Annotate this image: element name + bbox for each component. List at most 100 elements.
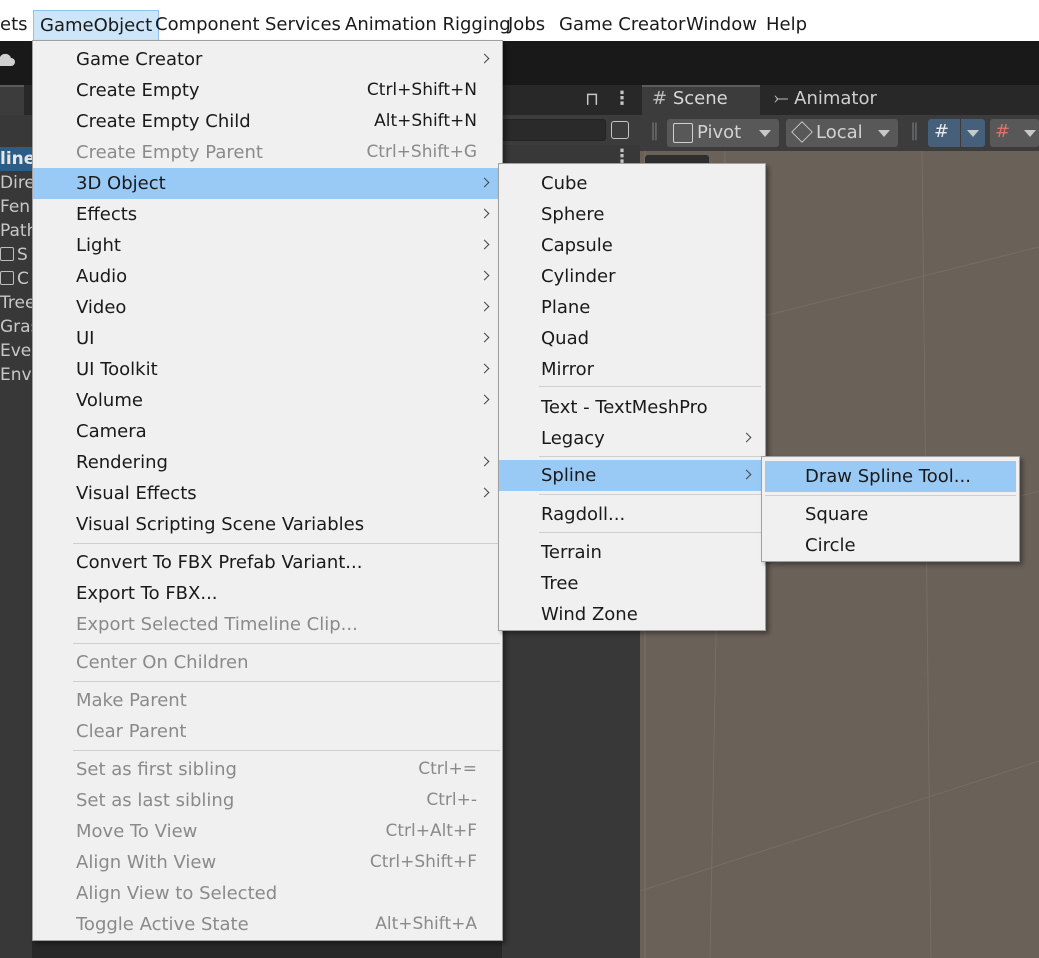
menu-jobs[interactable]: Jobs bbox=[508, 10, 545, 40]
chevron-right-icon bbox=[479, 363, 490, 374]
toolbar-grip: ‖ bbox=[650, 120, 659, 141]
chevron-right-icon bbox=[479, 239, 490, 250]
menu-animation-rigging[interactable]: Animation Rigging bbox=[345, 10, 511, 40]
menu-item-terrain[interactable]: Terrain bbox=[499, 537, 765, 568]
chevron-right-icon bbox=[479, 487, 490, 498]
menu-separator bbox=[73, 643, 500, 644]
menu-item-square[interactable]: Square bbox=[762, 499, 1019, 530]
menu-item-text-textmeshpro[interactable]: Text - TextMeshPro bbox=[499, 392, 765, 423]
menu-item-legacy[interactable]: Legacy bbox=[499, 423, 765, 454]
menu-item-make-parent[interactable]: Make Parent bbox=[33, 685, 502, 716]
menu-item-draw-spline-tool[interactable]: Draw Spline Tool... bbox=[765, 461, 1016, 492]
hierarchy-tab[interactable] bbox=[0, 85, 24, 115]
menu-item-set-as-last-sibling[interactable]: Set as last sibling Ctrl+- bbox=[33, 785, 502, 816]
menu-item-set-as-first-sibling[interactable]: Set as first sibling Ctrl+= bbox=[33, 754, 502, 785]
menu-item-create-empty-parent[interactable]: Create Empty Parent Ctrl+Shift+G bbox=[33, 137, 502, 168]
menu-item-convert-to-fbx-prefab-variant[interactable]: Convert To FBX Prefab Variant... bbox=[33, 547, 502, 578]
chevron-right-icon bbox=[479, 332, 490, 343]
tab-animator[interactable]: ⤚ Animator bbox=[774, 88, 877, 109]
hierarchy-item-scene[interactable]: line bbox=[0, 147, 35, 171]
chevron-right-icon bbox=[479, 394, 490, 405]
menu-item-wind-zone[interactable]: Wind Zone bbox=[499, 599, 765, 630]
menu-item-mirror[interactable]: Mirror bbox=[499, 354, 765, 385]
menu-item-ragdoll[interactable]: Ragdoll... bbox=[499, 499, 765, 530]
menu-help[interactable]: Help bbox=[766, 10, 807, 40]
menu-item-ui[interactable]: UI bbox=[33, 323, 502, 354]
hierarchy-panel: line Dire Fen Path S C Tree Gras Eve Env bbox=[0, 115, 39, 958]
tab-scene-label: # Scene bbox=[652, 88, 728, 109]
grid-icon: # bbox=[652, 88, 668, 109]
menu-window[interactable]: Window bbox=[686, 10, 757, 40]
cube-icon bbox=[0, 247, 14, 261]
hierarchy-item[interactable]: S bbox=[0, 243, 28, 267]
gameobject-menu: Game Creator Create Empty Ctrl+Shift+N C… bbox=[32, 40, 503, 941]
animator-icon: ⤚ bbox=[774, 88, 789, 109]
menu-item-sphere[interactable]: Sphere bbox=[499, 199, 765, 230]
menu-item-circle[interactable]: Circle bbox=[762, 530, 1019, 561]
menu-item-move-to-view[interactable]: Move To View Ctrl+Alt+F bbox=[33, 816, 502, 847]
menu-item-center-on-children[interactable]: Center On Children bbox=[33, 647, 502, 678]
menu-item-tree[interactable]: Tree bbox=[499, 568, 765, 599]
lock-icon[interactable]: ⊓ bbox=[585, 91, 599, 109]
chevron-down-icon bbox=[759, 130, 771, 137]
menu-separator bbox=[539, 532, 761, 533]
menu-item-3d-object[interactable]: 3D Object bbox=[33, 168, 502, 199]
menu-item-toggle-active-state[interactable]: Toggle Active State Alt+Shift+A bbox=[33, 909, 502, 940]
menu-item-light[interactable]: Light bbox=[33, 230, 502, 261]
menu-item-export-to-fbx[interactable]: Export To FBX... bbox=[33, 578, 502, 609]
chevron-right-icon bbox=[479, 53, 490, 64]
menu-item-align-with-view[interactable]: Align With View Ctrl+Shift+F bbox=[33, 847, 502, 878]
menu-item-ui-toolkit[interactable]: UI Toolkit bbox=[33, 354, 502, 385]
toolbar-grip: ‖ bbox=[910, 120, 919, 141]
menu-separator bbox=[73, 543, 500, 544]
chevron-down-icon bbox=[1024, 130, 1036, 137]
hierarchy-item[interactable]: C bbox=[0, 267, 29, 291]
menu-game-creator[interactable]: Game Creator bbox=[559, 10, 685, 40]
menu-item-audio[interactable]: Audio bbox=[33, 261, 502, 292]
menu-item-clear-parent[interactable]: Clear Parent bbox=[33, 716, 502, 747]
menu-item-visual-scripting-scene-variables[interactable]: Visual Scripting Scene Variables bbox=[33, 509, 502, 540]
menu-gameobject[interactable]: GameObject bbox=[33, 10, 160, 42]
menu-separator bbox=[539, 456, 761, 457]
menu-item-create-empty-child[interactable]: Create Empty Child Alt+Shift+N bbox=[33, 106, 502, 137]
chevron-down-icon bbox=[967, 130, 979, 137]
menu-item-camera[interactable]: Camera bbox=[33, 416, 502, 447]
chevron-right-icon bbox=[741, 469, 752, 480]
menu-item-export-selected-timeline-clip[interactable]: Export Selected Timeline Clip... bbox=[33, 609, 502, 640]
hierarchy-item[interactable]: Env bbox=[0, 363, 32, 387]
menu-item-cube[interactable]: Cube bbox=[499, 168, 765, 199]
menu-separator bbox=[539, 494, 761, 495]
menu-item-effects[interactable]: Effects bbox=[33, 199, 502, 230]
chevron-right-icon bbox=[479, 208, 490, 219]
hierarchy-item[interactable]: Dire bbox=[0, 171, 35, 195]
menu-separator bbox=[539, 386, 761, 387]
more-options-icon[interactable]: ⋮ bbox=[613, 90, 631, 108]
hierarchy-item[interactable]: Eve bbox=[0, 339, 31, 363]
cube-icon bbox=[0, 271, 14, 285]
menu-item-plane[interactable]: Plane bbox=[499, 292, 765, 323]
menu-item-quad[interactable]: Quad bbox=[499, 323, 765, 354]
menu-item-capsule[interactable]: Capsule bbox=[499, 230, 765, 261]
menu-item-visual-effects[interactable]: Visual Effects bbox=[33, 478, 502, 509]
chevron-down-icon bbox=[878, 130, 890, 137]
grid-snap-icon: # bbox=[934, 121, 950, 142]
menu-component[interactable]: Component bbox=[155, 10, 260, 40]
chevron-right-icon bbox=[741, 432, 752, 443]
search-input[interactable] bbox=[502, 119, 606, 141]
menu-item-video[interactable]: Video bbox=[33, 292, 502, 323]
cloud-icon[interactable] bbox=[0, 52, 16, 68]
menu-item-rendering[interactable]: Rendering bbox=[33, 447, 502, 478]
menu-item-cylinder[interactable]: Cylinder bbox=[499, 261, 765, 292]
menu-item-volume[interactable]: Volume bbox=[33, 385, 502, 416]
menu-item-align-view-to-selected[interactable]: Align View to Selected bbox=[33, 878, 502, 909]
hierarchy-item[interactable]: Fen bbox=[0, 195, 30, 219]
menu-item-game-creator[interactable]: Game Creator bbox=[33, 44, 502, 75]
expand-icon[interactable] bbox=[611, 121, 629, 139]
chevron-right-icon bbox=[479, 177, 490, 188]
menu-assets[interactable]: ets bbox=[0, 10, 28, 40]
menu-item-create-empty[interactable]: Create Empty Ctrl+Shift+N bbox=[33, 75, 502, 106]
menu-separator bbox=[765, 495, 1016, 496]
menu-item-spline[interactable]: Spline bbox=[499, 460, 761, 491]
hierarchy-item[interactable]: Tree bbox=[0, 291, 35, 315]
menu-services[interactable]: Services bbox=[265, 10, 341, 40]
